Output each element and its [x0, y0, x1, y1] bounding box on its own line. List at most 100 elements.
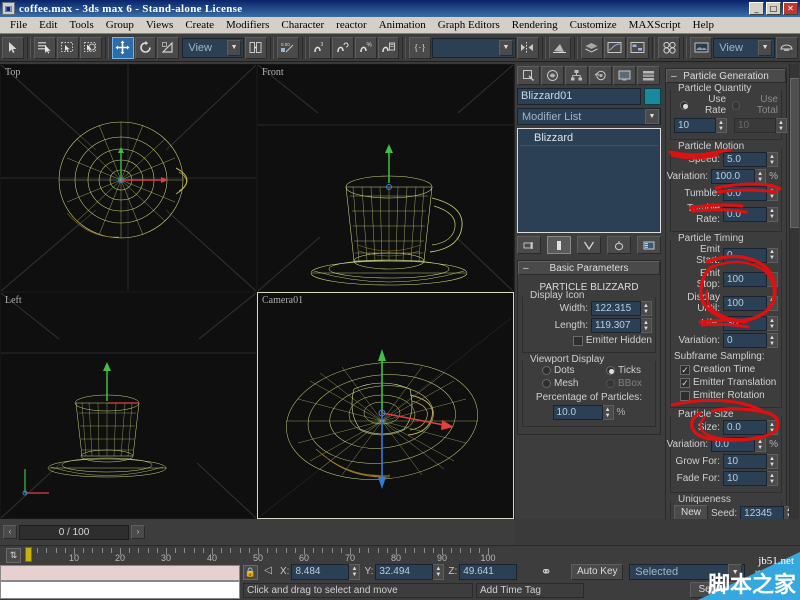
- percentage-spinner[interactable]: 10.0 ▲▼: [553, 405, 614, 420]
- use-rate-value[interactable]: 10: [674, 118, 716, 133]
- tumble-spinner[interactable]: 0.0 ▲▼: [723, 186, 778, 201]
- particle-generation-header[interactable]: – Particle Generation: [666, 69, 786, 83]
- select-and-move-icon[interactable]: [112, 37, 134, 59]
- viewport-top[interactable]: Top: [0, 64, 257, 292]
- command-panel-scrollbar[interactable]: [789, 64, 799, 519]
- modifier-list-dropdown[interactable]: Modifier List ▼: [517, 108, 661, 125]
- menu-item-group[interactable]: Group: [100, 19, 140, 31]
- length-value[interactable]: 119.307: [591, 318, 641, 333]
- utilities-tab[interactable]: [637, 66, 660, 85]
- life-variation-value[interactable]: 0: [723, 333, 767, 348]
- menu-item-tools[interactable]: Tools: [63, 19, 99, 31]
- spinner-arrows-icon[interactable]: ▲▼: [767, 207, 778, 222]
- use-rate-radio[interactable]: [680, 101, 688, 110]
- size-variation-value[interactable]: 0.0: [711, 437, 755, 452]
- coordinate-system-dropdown[interactable]: View ▼: [182, 38, 244, 58]
- stack-item-blizzard[interactable]: Blizzard: [520, 131, 658, 146]
- emit-start-value[interactable]: 0: [723, 248, 767, 263]
- y-value[interactable]: 32.494: [375, 564, 433, 580]
- x-coordinate-field[interactable]: X: 8.484 ▲▼: [278, 564, 360, 580]
- seed-value[interactable]: 12345: [740, 506, 784, 520]
- chevron-down-icon[interactable]: ▼: [227, 40, 241, 56]
- spinner-arrows-icon[interactable]: ▲▼: [776, 118, 787, 133]
- spinner-arrows-icon[interactable]: ▲▼: [767, 471, 778, 486]
- use-total-spinner[interactable]: 10 ▲▼: [734, 118, 787, 133]
- chevron-down-icon[interactable]: ▼: [645, 109, 659, 124]
- pin-stack-icon[interactable]: [517, 236, 541, 254]
- object-name-field[interactable]: Blizzard01: [517, 88, 641, 105]
- viewport-left[interactable]: Left: [0, 292, 257, 519]
- render-scene-icon[interactable]: [690, 37, 712, 59]
- speed-spinner[interactable]: 5.0 ▲▼: [723, 152, 778, 167]
- configure-sets-icon[interactable]: [637, 236, 661, 254]
- auto-key-button[interactable]: Auto Key: [571, 564, 623, 580]
- tumble-rate-spinner[interactable]: 0.0 ▲▼: [723, 207, 778, 222]
- spinner-arrows-icon[interactable]: ▲▼: [767, 186, 778, 201]
- menu-item-help[interactable]: Help: [687, 19, 720, 31]
- grow-for-spinner[interactable]: 10 ▲▼: [723, 454, 778, 469]
- next-frame-button[interactable]: ›: [131, 525, 145, 539]
- select-and-scale-icon[interactable]: [157, 37, 179, 59]
- spinner-arrows-icon[interactable]: ▲▼: [767, 316, 778, 331]
- material-editor-icon[interactable]: [658, 37, 680, 59]
- spinner-arrows-icon[interactable]: ▲▼: [767, 248, 778, 263]
- width-value[interactable]: 122.315: [591, 301, 641, 316]
- seed-spinner[interactable]: 12345 ▲▼: [740, 506, 795, 520]
- remove-modifier-icon[interactable]: [607, 236, 631, 254]
- spinner-arrows-icon[interactable]: ▲▼: [767, 152, 778, 167]
- rectangular-select-icon[interactable]: [57, 37, 79, 59]
- spinner-arrows-icon[interactable]: ▲▼: [716, 118, 727, 133]
- emit-stop-value[interactable]: 100: [723, 272, 767, 287]
- snap-toggle-3-icon[interactable]: 3: [309, 37, 331, 59]
- use-pivot-center-icon[interactable]: [245, 37, 267, 59]
- display-until-spinner[interactable]: 100 ▲▼: [723, 296, 778, 311]
- percent-snap-icon[interactable]: %: [355, 37, 377, 59]
- spinner-arrows-icon[interactable]: ▲▼: [433, 564, 444, 580]
- menu-item-animation[interactable]: Animation: [373, 19, 432, 31]
- spinner-arrows-icon[interactable]: ▲▼: [349, 564, 360, 580]
- hierarchy-tab[interactable]: [565, 66, 588, 85]
- x-value[interactable]: 8.484: [291, 564, 349, 580]
- size-value[interactable]: 0.0: [723, 420, 767, 435]
- scrollbar-thumb[interactable]: [790, 78, 799, 228]
- spinner-arrows-icon[interactable]: ▲▼: [755, 169, 766, 184]
- collapse-icon[interactable]: –: [671, 71, 677, 82]
- spinner-arrows-icon[interactable]: ▲▼: [603, 405, 614, 420]
- spinner-snap-icon[interactable]: [378, 37, 400, 59]
- z-value[interactable]: 49.641: [459, 564, 517, 580]
- spinner-arrows-icon[interactable]: ▲▼: [767, 420, 778, 435]
- prev-frame-button[interactable]: ‹: [3, 525, 17, 539]
- z-coordinate-field[interactable]: Z: 49.641: [446, 564, 517, 580]
- life-variation-spinner[interactable]: 0 ▲▼: [723, 333, 778, 348]
- menu-item-views[interactable]: Views: [140, 19, 179, 31]
- create-tab[interactable]: [517, 66, 540, 85]
- bbox-radio[interactable]: [606, 379, 615, 388]
- minimize-button[interactable]: _: [749, 2, 764, 15]
- lock-selection-icon[interactable]: 🔒: [243, 565, 258, 580]
- length-spinner[interactable]: 119.307 ▲▼: [591, 318, 652, 333]
- render-view-dropdown[interactable]: View ▼: [713, 38, 775, 58]
- fade-for-value[interactable]: 10: [723, 471, 767, 486]
- new-seed-button[interactable]: New: [674, 505, 708, 519]
- emitter-hidden-checkbox[interactable]: [573, 336, 583, 346]
- y-coordinate-field[interactable]: Y: 32.494 ▲▼: [362, 564, 444, 580]
- tumble-value[interactable]: 0.0: [723, 186, 767, 201]
- menu-item-create[interactable]: Create: [179, 19, 220, 31]
- spinner-arrows-icon[interactable]: ▲▼: [767, 333, 778, 348]
- close-button[interactable]: ✕: [783, 2, 798, 15]
- size-variation-spinner[interactable]: 0.0 ▲▼: [711, 437, 766, 452]
- display-tab[interactable]: [613, 66, 636, 85]
- select-region-icon[interactable]: [80, 37, 102, 59]
- menu-item-edit[interactable]: Edit: [33, 19, 63, 31]
- emitter-rotation-checkbox[interactable]: [680, 391, 690, 401]
- angle-snap-icon[interactable]: [332, 37, 354, 59]
- selection-filter-icon[interactable]: ◁: [260, 565, 276, 580]
- grow-for-value[interactable]: 10: [723, 454, 767, 469]
- time-slider-handle[interactable]: [25, 547, 32, 562]
- motion-tab[interactable]: [589, 66, 612, 85]
- track-bar[interactable]: [0, 565, 240, 581]
- absolute-relative-key-icon[interactable]: ⚭: [533, 564, 559, 580]
- mini-curve-editor[interactable]: [0, 581, 240, 599]
- percentage-value[interactable]: 10.0: [553, 405, 603, 420]
- size-spinner[interactable]: 0.0 ▲▼: [723, 420, 778, 435]
